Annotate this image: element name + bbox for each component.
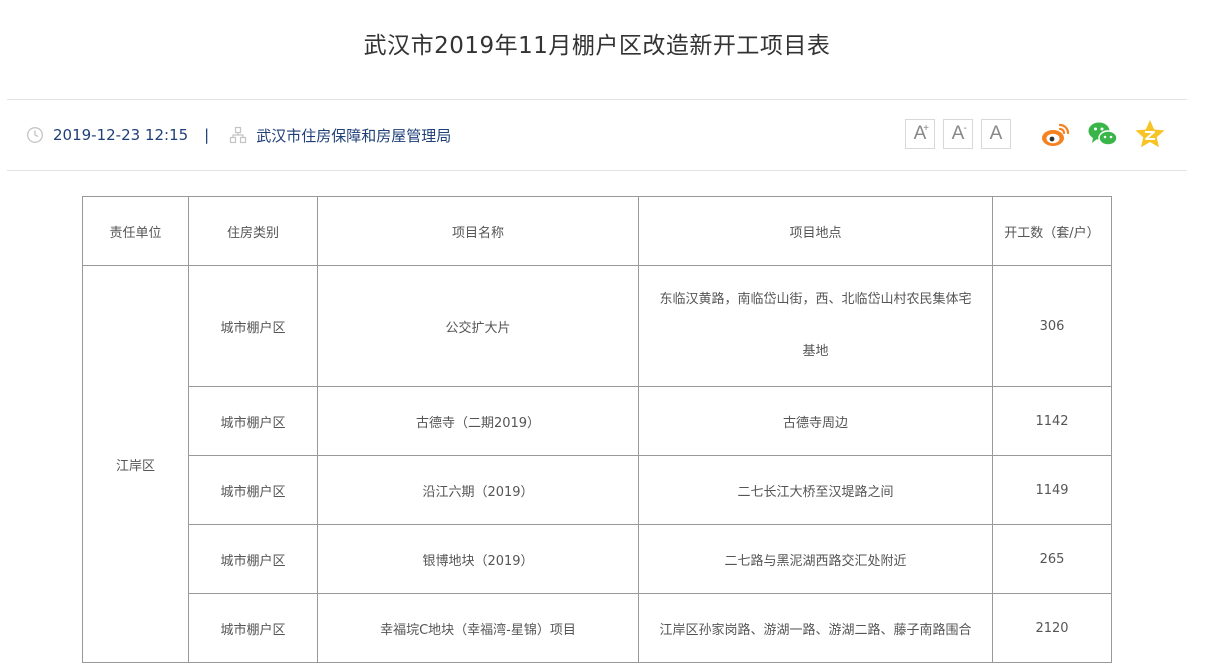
weibo-icon[interactable] <box>1040 118 1072 150</box>
count-cell: 1149 <box>992 455 1112 525</box>
table-row: 城市棚户区 幸福垸C地块（幸福湾-星锦）项目 江岸区孙家岗路、游湖一路、游湖二路… <box>83 593 1112 663</box>
font-default-button[interactable]: A <box>981 119 1011 149</box>
table-row: 城市棚户区 银博地块（2019） 二七路与黑泥湖西路交汇处附近 265 <box>83 524 1112 594</box>
clock-icon <box>26 126 44 144</box>
header-name: 项目名称 <box>317 196 639 266</box>
header-type: 住房类别 <box>188 196 318 266</box>
unit-cell: 江岸区 <box>82 265 189 663</box>
type-cell: 城市棚户区 <box>188 593 318 663</box>
name-cell: 公交扩大片 <box>317 265 639 387</box>
font-decrease-button[interactable]: A - <box>943 119 973 149</box>
location-cell: 东临汉黄路，南临岱山街，西、北临岱山村农民集体宅 基地 <box>638 265 993 387</box>
article-meta: 2019-12-23 12:15 | 武汉市住房保障和房屋管理局 <box>26 124 451 146</box>
article-source: 武汉市住房保障和房屋管理局 <box>256 126 452 145</box>
count-cell: 265 <box>992 524 1112 594</box>
location-cell: 江岸区孙家岗路、游湖一路、游湖二路、藤子南路围合 <box>638 593 993 663</box>
name-cell: 古德寺（二期2019） <box>317 386 639 456</box>
table-row: 城市棚户区 沿江六期（2019） 二七长江大桥至汉堤路之间 1149 <box>83 455 1112 525</box>
table-row: 江岸区 城市棚户区 公交扩大片 东临汉黄路，南临岱山街，西、北临岱山村农民集体宅… <box>82 265 1112 663</box>
project-table: 责任单位 住房类别 项目名称 项目地点 开工数（套/户） 江岸区 城市棚户区 公… <box>82 196 1112 663</box>
name-cell: 银博地块（2019） <box>317 524 639 594</box>
table-row: 城市棚户区 古德寺（二期2019） 古德寺周边 1142 <box>83 386 1112 456</box>
font-increase-sup: + <box>923 123 929 134</box>
meta-separator: | <box>204 126 210 144</box>
type-cell: 城市棚户区 <box>188 265 318 387</box>
divider <box>7 99 1187 100</box>
type-cell: 城市棚户区 <box>188 455 318 525</box>
table-header-row: 责任单位 住房类别 项目名称 项目地点 开工数（套/户） <box>82 196 1112 266</box>
location-line: 基地 <box>802 344 829 359</box>
location-cell: 二七长江大桥至汉堤路之间 <box>638 455 993 525</box>
count-cell: 306 <box>992 265 1112 387</box>
name-cell: 幸福垸C地块（幸福湾-星锦）项目 <box>317 593 639 663</box>
wechat-icon[interactable] <box>1087 118 1119 150</box>
publish-date: 2019-12-23 12:15 <box>53 126 189 144</box>
divider <box>7 170 1187 171</box>
font-default-label: A <box>989 123 1003 144</box>
header-count: 开工数（套/户） <box>992 196 1112 266</box>
type-cell: 城市棚户区 <box>188 386 318 456</box>
header-location: 项目地点 <box>638 196 993 266</box>
share-bar <box>1040 118 1166 150</box>
name-cell: 沿江六期（2019） <box>317 455 639 525</box>
location-cell: 二七路与黑泥湖西路交汇处附近 <box>638 524 993 594</box>
header-unit: 责任单位 <box>82 196 189 266</box>
page-title: 武汉市2019年11月棚户区改造新开工项目表 <box>363 33 831 59</box>
location-cell: 古德寺周边 <box>638 386 993 456</box>
location-line: 东临汉黄路，南临岱山街，西、北临岱山村农民集体宅 <box>659 292 972 307</box>
font-decrease-sup: - <box>963 123 967 134</box>
type-cell: 城市棚户区 <box>188 524 318 594</box>
font-increase-button[interactable]: A + <box>905 119 935 149</box>
org-icon <box>229 126 247 144</box>
font-size-controls: A + A - A <box>905 119 1011 149</box>
count-cell: 1142 <box>992 386 1112 456</box>
count-cell: 2120 <box>992 593 1112 663</box>
qzone-icon[interactable] <box>1134 118 1166 150</box>
font-decrease-label: A <box>951 123 965 144</box>
